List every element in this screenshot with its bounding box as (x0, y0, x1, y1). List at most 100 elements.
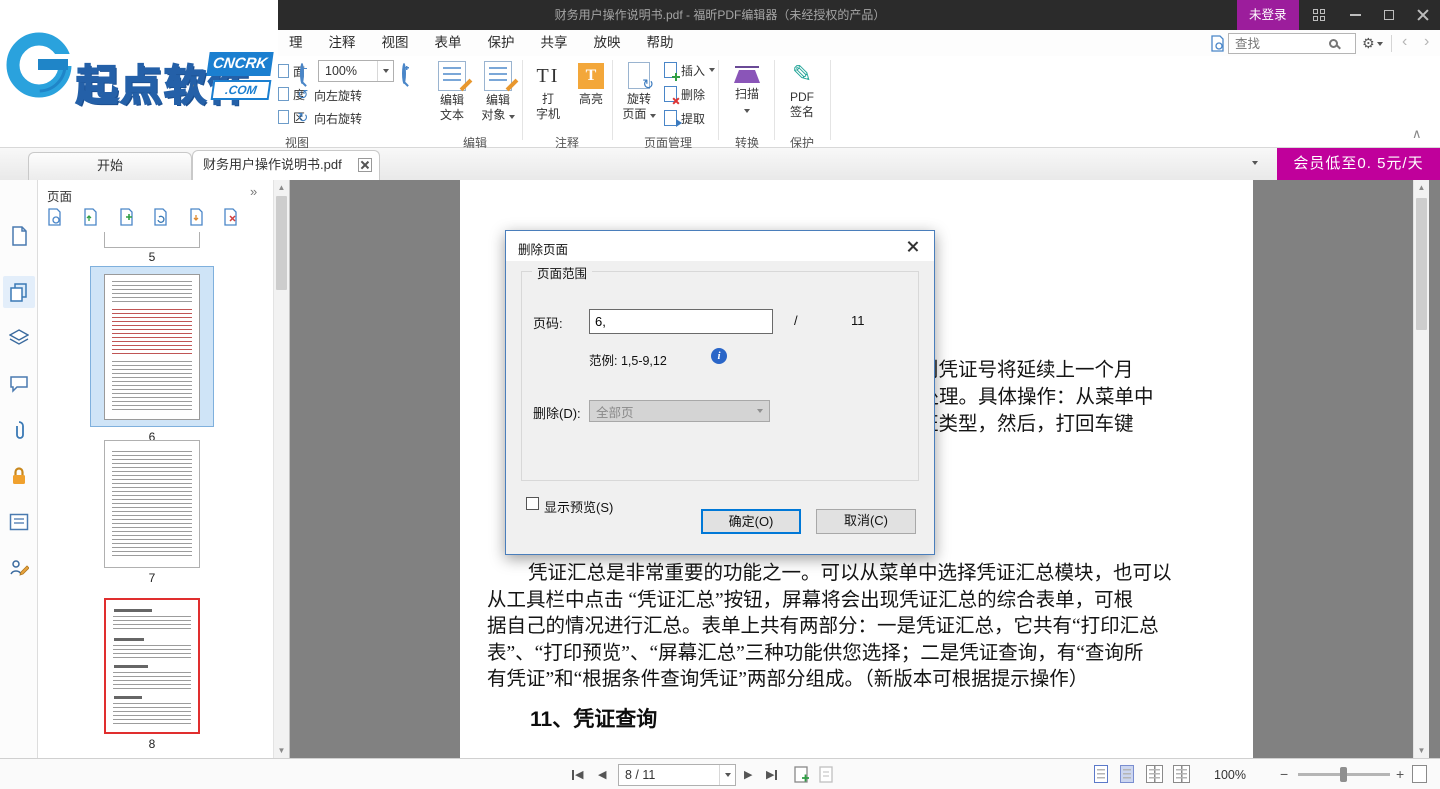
thumbnail-page-6 (104, 274, 200, 420)
pdf-sign-button[interactable]: ✎ PDF 签名 (779, 60, 825, 120)
login-button[interactable]: 未登录 (1237, 0, 1299, 30)
site-name: CNCRK (206, 52, 273, 76)
thumb-extract-button[interactable] (184, 206, 208, 228)
tab-document[interactable]: 财务用户操作说明书.pdf (192, 150, 380, 180)
menu-item-help[interactable]: 帮助 (634, 30, 687, 56)
cancel-button[interactable]: 取消(C) (816, 509, 916, 534)
document-scrollbar-thumb[interactable] (1416, 198, 1427, 330)
fit-page-view-button[interactable] (1412, 765, 1427, 783)
extract-pages-button[interactable]: 提取 (664, 109, 705, 127)
scroll-up-icon[interactable]: ▲ (1414, 183, 1429, 192)
thumbnail-page-7[interactable] (104, 440, 200, 568)
menu-item-form[interactable]: 表单 (422, 30, 475, 56)
pages-panel-button[interactable] (3, 276, 35, 308)
thumbnail-page-8-current[interactable] (104, 598, 200, 734)
facing-view-button[interactable] (1146, 765, 1163, 783)
scroll-down-icon[interactable]: ▼ (274, 746, 289, 755)
history-back-button[interactable]: ‹ (1396, 30, 1413, 56)
workspace-switch-button[interactable] (1302, 0, 1336, 30)
thumb-delete-button[interactable] (218, 206, 242, 228)
signatures-panel-button[interactable] (3, 552, 35, 584)
panel-scrollbar[interactable]: ▲ ▼ (273, 180, 289, 758)
fields-panel-button[interactable] (3, 506, 35, 538)
scan-button[interactable]: 扫描 (724, 60, 770, 117)
settings-button[interactable]: ⚙ (1362, 33, 1383, 54)
pdf-sign-icon: ✎ (779, 60, 825, 90)
find-tool-button[interactable] (1210, 35, 1225, 57)
show-preview-label: 显示预览(S) (544, 497, 613, 516)
tab-start[interactable]: 开始 (28, 152, 192, 180)
thumb-enlarge-button[interactable] (78, 206, 102, 228)
app-window: 财务用户操作说明书.pdf - 福昕PDF编辑器（未经授权的产品） 未登录 理 … (0, 0, 1440, 789)
menu-item-page-management[interactable]: 理 (276, 30, 316, 56)
delete-pages-button[interactable]: 删除 (664, 85, 705, 103)
thumb-zoom-button[interactable] (42, 206, 66, 228)
close-tab-button[interactable] (358, 158, 372, 172)
zoom-slider[interactable] (1298, 773, 1390, 776)
zoom-out-button[interactable] (300, 65, 304, 83)
site-watermark: 起点软件 CNCRK .COM (0, 0, 278, 134)
bookmarks-panel-button[interactable] (3, 220, 35, 252)
zoom-combo[interactable]: 100% (318, 60, 394, 82)
membership-promo-banner[interactable]: 会员低至0. 5元/天 (1277, 148, 1440, 180)
form-fields-icon (9, 513, 29, 531)
thumbnail-page-6-selected[interactable] (90, 266, 214, 427)
attachments-panel-button[interactable] (3, 414, 35, 446)
single-page-view-button[interactable] (1094, 765, 1108, 783)
continuous-view-button[interactable] (1120, 765, 1134, 783)
group-label-view: 视图 (262, 134, 332, 148)
close-window-button[interactable] (1406, 0, 1440, 30)
previous-page-button[interactable]: ◀ (598, 768, 606, 781)
dialog-close-button[interactable] (892, 231, 934, 261)
typewriter-button[interactable]: TI 打 字机 (525, 60, 571, 122)
chevron-down-icon (383, 69, 389, 73)
ok-button[interactable]: 确定(O) (701, 509, 801, 534)
page-range-input[interactable] (589, 309, 773, 334)
delete-pages-dialog: 删除页面 页面范围 页码: / 11 范例: 1,5-9,12 i 删除(D):… (505, 230, 935, 555)
layers-panel-button[interactable] (3, 322, 35, 354)
panel-scrollbar-thumb[interactable] (276, 196, 287, 290)
insert-pages-button[interactable]: 插入 (664, 61, 715, 79)
thumb-rotate-button[interactable] (148, 206, 172, 228)
search-input[interactable] (1229, 37, 1329, 51)
scroll-up-icon[interactable]: ▲ (274, 183, 289, 192)
menu-item-comment[interactable]: 注释 (316, 30, 369, 56)
document-scrollbar[interactable]: ▲ ▼ (1413, 180, 1429, 758)
scroll-down-icon[interactable]: ▼ (1414, 746, 1429, 755)
zoom-slider-thumb[interactable] (1340, 767, 1347, 782)
panel-menu-button[interactable]: » (250, 184, 257, 199)
thumbnail-page-5[interactable] (104, 232, 200, 248)
security-panel-button[interactable] (3, 460, 35, 492)
menu-item-protect[interactable]: 保护 (475, 30, 528, 56)
tab-overflow-button[interactable] (1252, 161, 1258, 165)
rotate-pages-button[interactable]: ↻ 旋转 页面 (616, 60, 662, 122)
zoom-in-button[interactable] (402, 65, 406, 83)
panel-title: 页面 (47, 186, 72, 205)
zoom-value: 100% (319, 64, 377, 78)
zoom-out-button[interactable]: − (1280, 766, 1288, 782)
first-page-button[interactable]: ◀ (572, 768, 583, 781)
collapse-ribbon-button[interactable]: ∧ (1412, 126, 1422, 142)
comments-panel-button[interactable] (3, 368, 35, 400)
history-forward-button[interactable]: › (1418, 30, 1435, 56)
edit-text-button[interactable]: 编辑 文本 (429, 60, 475, 123)
menu-item-view[interactable]: 视图 (369, 30, 422, 56)
menu-item-slideshow[interactable]: 放映 (581, 30, 634, 56)
rotate-left-button[interactable]: ↺ 向左旋转 (296, 86, 362, 104)
minimize-button[interactable] (1338, 0, 1372, 30)
edit-object-button[interactable]: 编辑 对象 (475, 60, 521, 123)
zoom-in-button[interactable]: + (1396, 766, 1404, 782)
show-preview-checkbox[interactable] (526, 497, 539, 510)
continuous-facing-view-button[interactable] (1173, 765, 1190, 783)
menu-item-share[interactable]: 共享 (528, 30, 581, 56)
next-page-button[interactable]: ▶ (744, 768, 752, 781)
page-number-combo[interactable]: 8 / 11 (618, 764, 736, 786)
new-tab-button[interactable] (793, 765, 810, 784)
clipboard-button[interactable] (818, 765, 835, 784)
tab-bar: 开始 财务用户操作说明书.pdf 会员低至0. 5元/天 (0, 148, 1440, 180)
last-page-button[interactable]: ▶ (766, 768, 777, 781)
rotate-right-button[interactable]: ↻ 向右旋转 (296, 109, 362, 127)
highlight-button[interactable]: T 高亮 (568, 60, 614, 107)
thumb-insert-button[interactable] (114, 206, 138, 228)
maximize-button[interactable] (1372, 0, 1406, 30)
